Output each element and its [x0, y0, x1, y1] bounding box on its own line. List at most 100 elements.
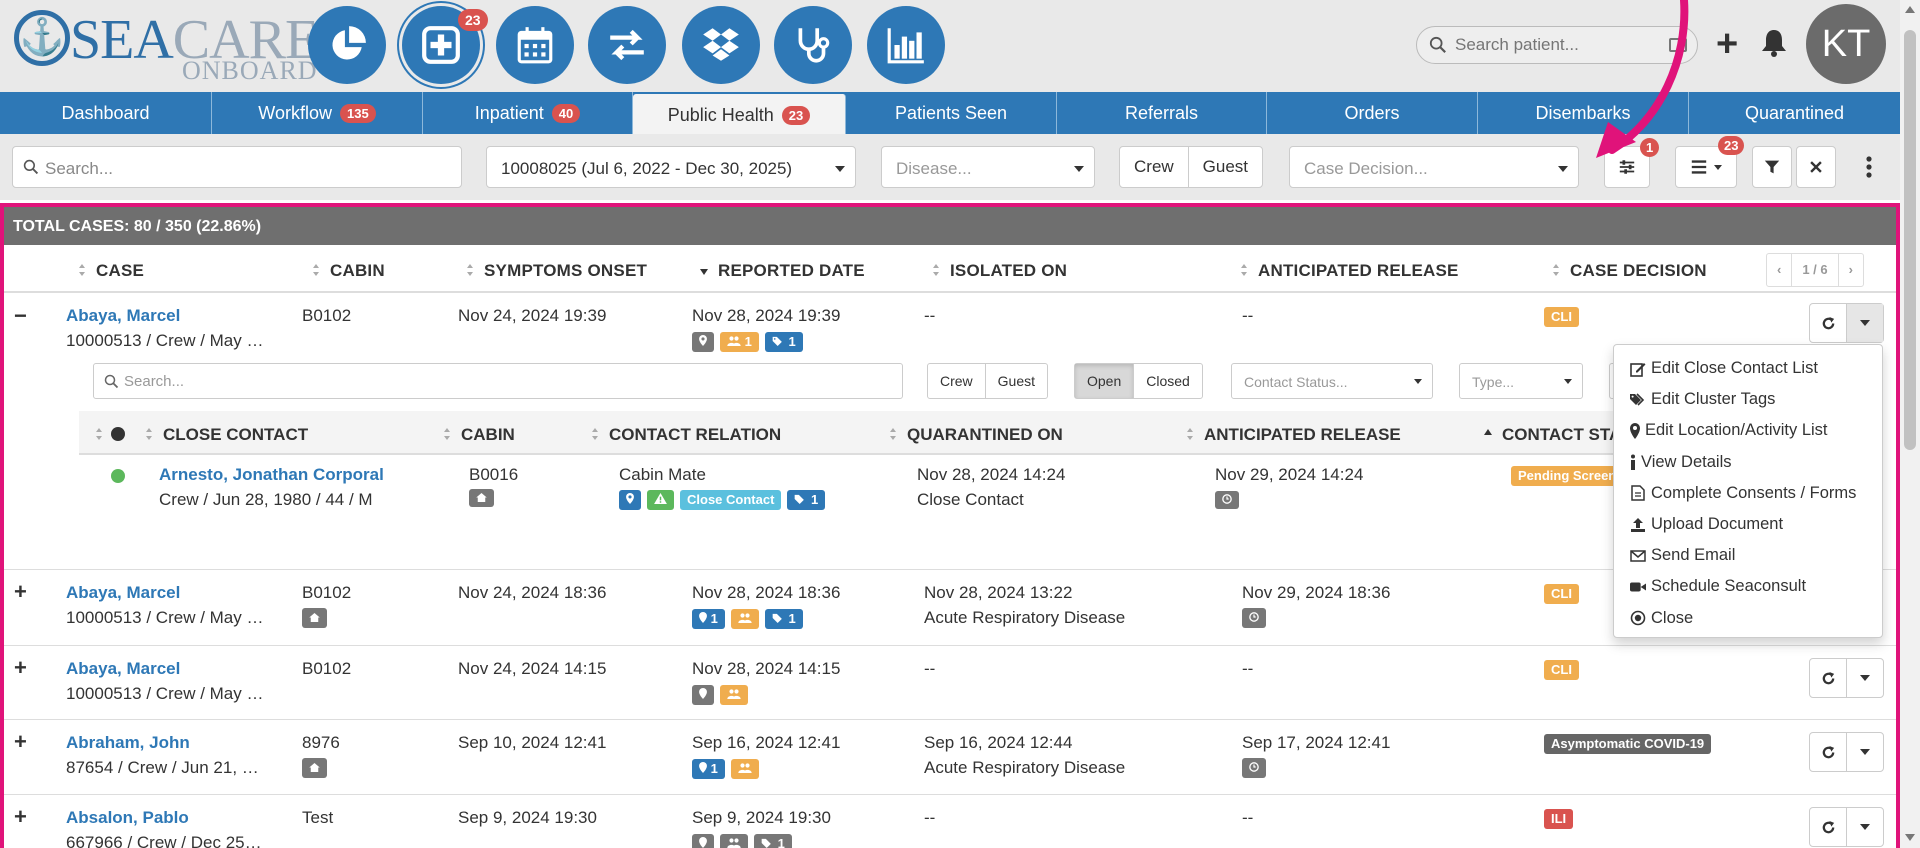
guest-filter-button[interactable]: Guest [1187, 147, 1262, 187]
contacts-tag[interactable] [730, 758, 759, 779]
scroll-down-arrow[interactable] [1905, 834, 1915, 841]
location-tag[interactable]: 1 [692, 608, 725, 629]
menu-item-send-email[interactable]: Send Email [1614, 540, 1882, 571]
tab-workflow[interactable]: Workflow 135 [212, 92, 423, 134]
column-header-contact-status[interactable]: CONTACT STA [1484, 425, 1621, 445]
expand-row-button[interactable]: + [14, 581, 27, 603]
collapse-row-button[interactable]: − [14, 305, 27, 327]
column-header-contact-cabin[interactable]: CABIN [443, 425, 515, 445]
column-header-reported-date[interactable]: REPORTED DATE [700, 261, 865, 281]
column-header-contact-relation[interactable]: CONTACT RELATION [591, 425, 781, 445]
bell-icon[interactable] [1760, 28, 1788, 58]
avatar[interactable]: KT [1806, 4, 1886, 84]
row-actions-dropdown-toggle[interactable] [1846, 304, 1883, 342]
seacare-logo[interactable]: ⚓ SEACARE ONBOARD [14, 6, 319, 86]
transfer-nav-button[interactable] [588, 6, 666, 84]
menu-item-view-details[interactable]: View Details [1614, 447, 1882, 478]
row-actions-dropdown-toggle[interactable] [1846, 808, 1883, 846]
warning-tag[interactable] [647, 489, 674, 510]
clear-filters-button[interactable] [1796, 146, 1836, 188]
cluster-tag[interactable]: 1 [754, 833, 792, 848]
dropbox-nav-button[interactable] [682, 6, 760, 84]
contacts-guest-button[interactable]: Guest [984, 364, 1047, 398]
close-contact-tag[interactable]: Close Contact [680, 489, 782, 510]
crew-filter-button[interactable]: Crew [1120, 147, 1188, 187]
cluster-tag[interactable]: 1 [787, 489, 826, 510]
tab-referrals[interactable]: Referrals [1057, 92, 1267, 134]
case-patient-link[interactable]: Abraham, John [66, 733, 259, 753]
sort-icon [890, 428, 896, 440]
tab-public-health[interactable]: Public Health 23 [633, 94, 846, 136]
cabin-home-tag[interactable] [302, 607, 327, 628]
location-tag[interactable] [619, 489, 641, 510]
case-patient-link[interactable]: Abaya, Marcel [66, 583, 263, 603]
contacts-tag[interactable] [730, 608, 759, 629]
refresh-button[interactable] [1810, 733, 1846, 771]
dashboard-nav-button[interactable] [308, 6, 386, 84]
calendar-nav-button[interactable] [496, 6, 574, 84]
page-scrollbar[interactable] [1900, 0, 1920, 848]
column-header-quarantined-on[interactable]: QUARANTINED ON [889, 425, 1063, 445]
case-patient-link[interactable]: Abaya, Marcel [66, 306, 263, 326]
contact-status-select[interactable]: Contact Status... [1231, 363, 1433, 399]
closed-filter-button[interactable]: Closed [1133, 364, 1202, 398]
case-search-input[interactable]: Search... [12, 146, 462, 188]
column-header-isolated-on[interactable]: ISOLATED ON [932, 261, 1067, 281]
column-header-close-contact[interactable]: CLOSE CONTACT [145, 425, 308, 445]
menu-item-schedule-seaconsult[interactable]: Schedule Seaconsult [1614, 571, 1882, 602]
menu-item-edit-close-contact-list[interactable]: Edit Close Contact List [1614, 353, 1882, 384]
case-decision-select[interactable]: Case Decision... [1289, 146, 1579, 188]
more-options-icon[interactable] [1866, 156, 1872, 178]
filter-button[interactable] [1752, 146, 1792, 188]
case-patient-link[interactable]: Abaya, Marcel [66, 659, 263, 679]
refresh-button[interactable] [1810, 808, 1846, 846]
case-patient-link[interactable]: Absalon, Pablo [66, 808, 262, 828]
scroll-up-arrow[interactable] [1905, 6, 1915, 13]
open-filter-button[interactable]: Open [1075, 364, 1134, 398]
pager-prev-button[interactable]: ‹ [1767, 254, 1791, 286]
contacts-search-input[interactable]: Search... [93, 363, 903, 399]
add-icon[interactable]: + [1716, 22, 1738, 66]
tags-icon [795, 494, 805, 504]
tab-inpatient[interactable]: Inpatient 40 [423, 92, 633, 134]
expand-row-button[interactable]: + [14, 657, 27, 679]
reports-nav-button[interactable] [867, 6, 945, 84]
cluster-tag[interactable]: 1 [764, 608, 803, 629]
refresh-button[interactable] [1810, 659, 1846, 697]
contacts-tag[interactable] [720, 833, 748, 848]
tab-dashboard[interactable]: Dashboard [0, 92, 212, 134]
cabin-home-tag[interactable] [302, 757, 327, 778]
column-header-case[interactable]: CASE [78, 261, 144, 281]
column-header-case-decision[interactable]: CASE DECISION [1552, 261, 1707, 281]
tab-orders[interactable]: Orders [1267, 92, 1478, 134]
menu-item-close[interactable]: Close [1614, 603, 1882, 634]
cabin-home-tag[interactable] [469, 488, 494, 507]
contact-name-link[interactable]: Arnesto, Jonathan Corporal [159, 465, 384, 485]
voyage-select[interactable]: 10008025 (Jul 6, 2022 - Dec 30, 2025) [486, 146, 856, 188]
location-tag[interactable]: 1 [692, 758, 725, 779]
type-select[interactable]: Type... [1459, 363, 1583, 399]
column-header-cabin[interactable]: CABIN [312, 261, 385, 281]
contacts-crew-button[interactable]: Crew [928, 364, 985, 398]
menu-item-edit-location-activity[interactable]: Edit Location/Activity List [1614, 415, 1882, 446]
row-actions-dropdown-toggle[interactable] [1846, 733, 1883, 771]
menu-item-complete-consents[interactable]: Complete Consents / Forms [1614, 478, 1882, 509]
location-tag[interactable] [692, 833, 714, 848]
tab-quarantined[interactable]: Quarantined [1689, 92, 1900, 134]
expand-row-button[interactable]: + [14, 731, 27, 753]
refresh-button[interactable] [1810, 304, 1846, 342]
menu-item-upload-document[interactable]: Upload Document [1614, 509, 1882, 540]
tab-patients-seen[interactable]: Patients Seen [846, 92, 1057, 134]
stethoscope-nav-button[interactable] [774, 6, 852, 84]
column-header-anticipated-release[interactable]: ANTICIPATED RELEASE [1240, 261, 1459, 281]
row-actions-dropdown-toggle[interactable] [1846, 659, 1883, 697]
location-tag[interactable] [692, 684, 714, 705]
scrollbar-thumb[interactable] [1904, 30, 1916, 450]
column-header-symptoms-onset[interactable]: SYMPTOMS ONSET [466, 261, 647, 281]
disease-select[interactable]: Disease... [881, 146, 1095, 188]
pager-next-button[interactable]: › [1837, 254, 1863, 286]
menu-item-edit-cluster-tags[interactable]: Edit Cluster Tags [1614, 384, 1882, 415]
contacts-tag[interactable] [720, 684, 748, 705]
column-header-contact-release[interactable]: ANTICIPATED RELEASE [1186, 425, 1401, 445]
expand-row-button[interactable]: + [14, 806, 27, 828]
